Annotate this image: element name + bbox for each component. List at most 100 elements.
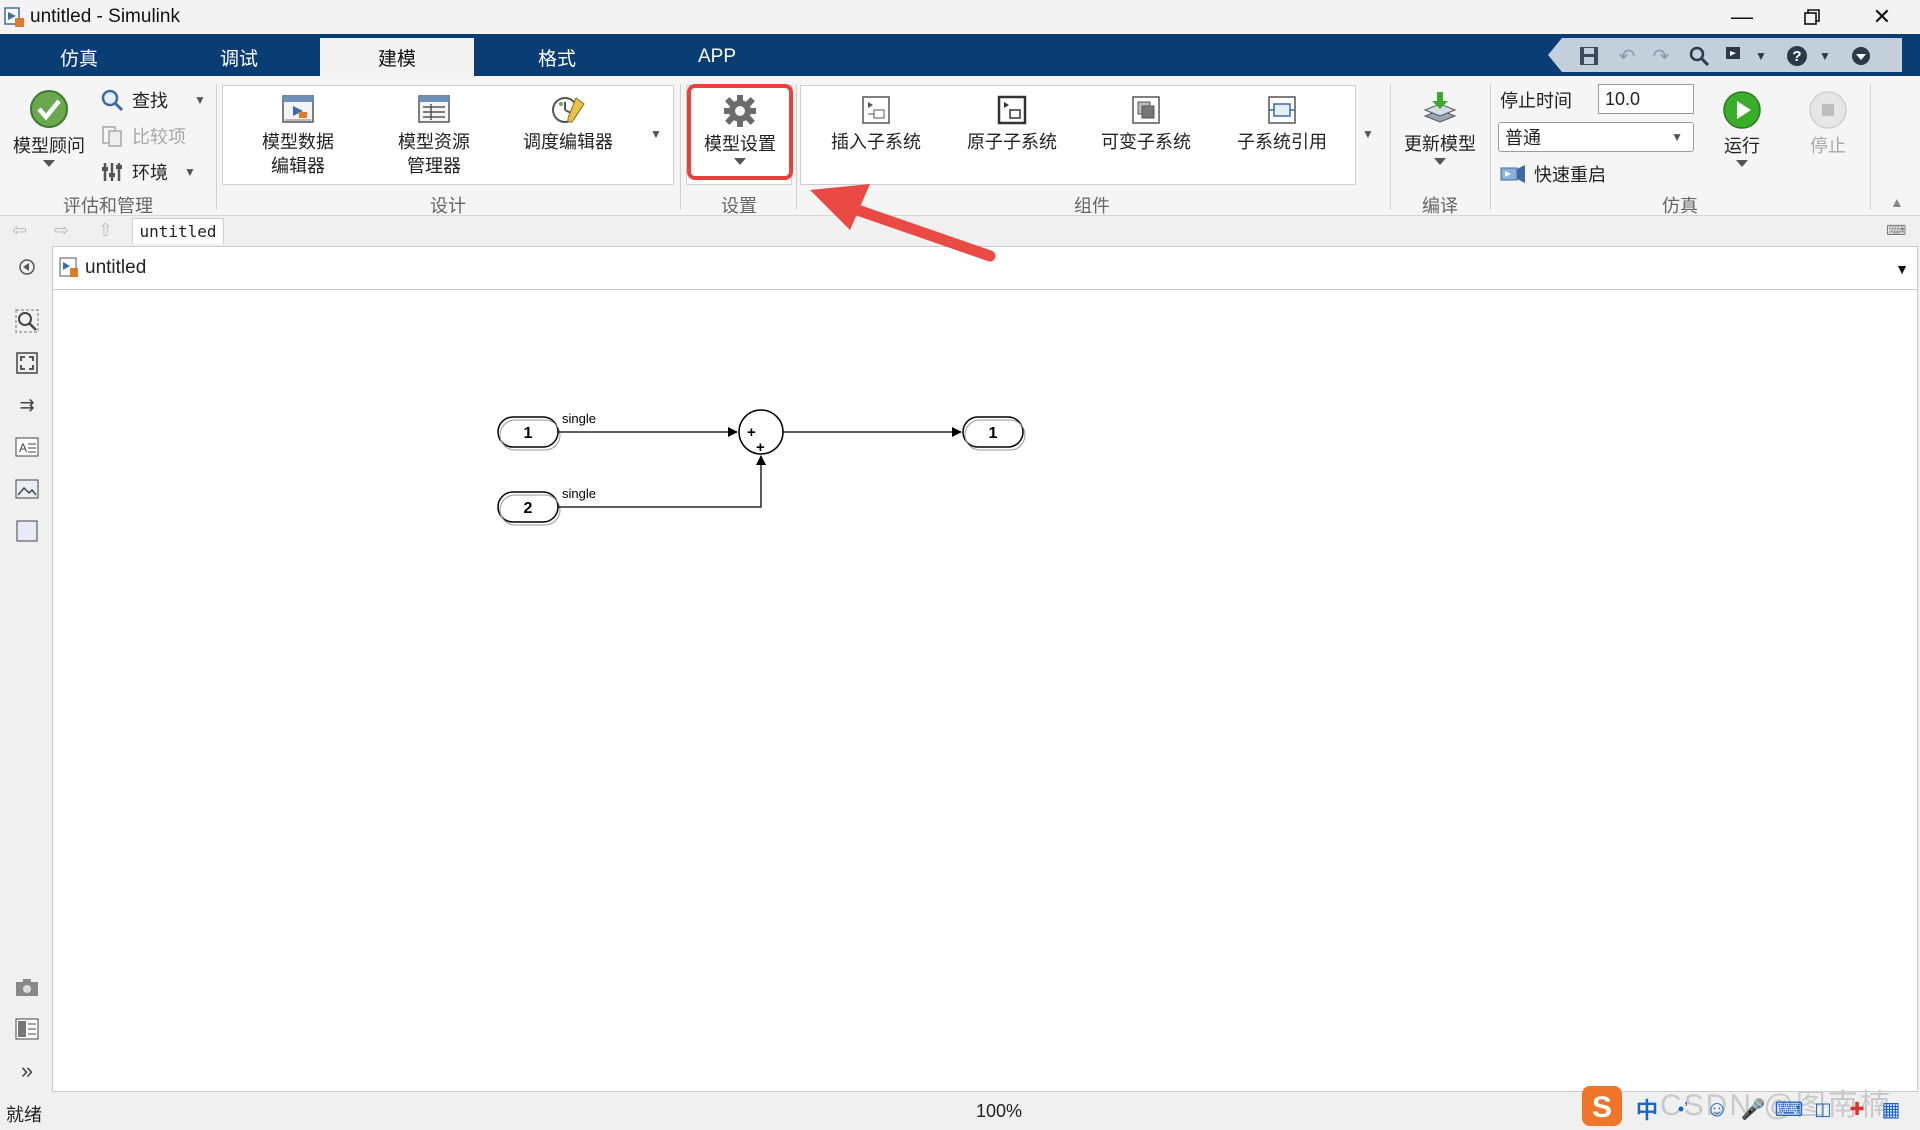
ime-menu-icon[interactable]: ▦ bbox=[1876, 1094, 1906, 1124]
run-icon bbox=[1723, 91, 1761, 129]
separator bbox=[216, 84, 217, 210]
separator bbox=[680, 84, 681, 210]
chevron-down-icon: ▼ bbox=[1671, 130, 1683, 144]
restore-button[interactable] bbox=[1782, 0, 1842, 34]
tab-apps[interactable]: APP bbox=[640, 38, 794, 76]
hide-browser-icon[interactable] bbox=[14, 254, 40, 280]
chevron-down-icon[interactable]: ▼ bbox=[184, 165, 196, 179]
stop-time-input[interactable]: 10.0 bbox=[1598, 84, 1694, 114]
punctuation-icon[interactable]: •’ bbox=[1668, 1094, 1698, 1124]
chevron-down-icon[interactable] bbox=[43, 160, 55, 167]
sum-sign-2: + bbox=[756, 439, 765, 456]
zoom-level: 100% bbox=[976, 1101, 1023, 1121]
help-dropdown-icon[interactable]: ▼ bbox=[1812, 43, 1838, 69]
close-button[interactable]: ✕ bbox=[1852, 0, 1912, 34]
separator bbox=[1870, 84, 1871, 210]
image-icon[interactable] bbox=[14, 476, 40, 502]
chevron-down-icon[interactable]: ▼ bbox=[194, 93, 206, 107]
simulation-mode-select[interactable]: 普通 ▼ bbox=[1498, 122, 1694, 152]
separator bbox=[796, 84, 797, 210]
schedule-editor-button[interactable]: 调度编辑器 bbox=[516, 94, 620, 154]
tab-format[interactable]: 格式 bbox=[480, 38, 634, 76]
design-gallery-expand-icon[interactable]: ▼ bbox=[650, 120, 662, 148]
variant-subsystem-icon bbox=[1132, 96, 1160, 124]
skin-icon[interactable]: ◫ bbox=[1808, 1094, 1838, 1124]
redo-icon[interactable]: ↷ bbox=[1648, 43, 1674, 69]
model-canvas[interactable]: 1 2 + + 1 single single bbox=[52, 290, 1918, 1092]
voice-input-icon[interactable]: 🎤 bbox=[1738, 1094, 1768, 1124]
model-path-label[interactable]: untitled bbox=[85, 257, 146, 279]
signal-lines-icon[interactable]: ⇉ bbox=[14, 392, 40, 418]
inport-block-2[interactable]: 2 bbox=[497, 491, 561, 526]
signal-2-datatype: single bbox=[562, 486, 596, 501]
stop-time-label: 停止时间 bbox=[1500, 91, 1572, 111]
back-arrow-icon[interactable]: ⇦ bbox=[12, 216, 27, 244]
title-bar: untitled - Simulink — ✕ bbox=[0, 0, 1920, 34]
atomic-subsystem-button[interactable]: 原子子系统 bbox=[956, 94, 1068, 154]
community-dropdown-icon[interactable]: ▼ bbox=[1748, 43, 1774, 69]
model-advisor-icon bbox=[30, 90, 68, 128]
find-button[interactable]: 查找 ▼ bbox=[100, 86, 206, 114]
ribbon-tab-bar: 仿真 调试 建模 格式 APP ↶ ↷ ▼ ? ▼ bbox=[0, 34, 1920, 76]
run-button[interactable]: 运行 bbox=[1712, 90, 1772, 167]
status-text: 就绪 bbox=[6, 1105, 42, 1125]
save-icon[interactable] bbox=[1576, 43, 1602, 69]
inport-2-label: 2 bbox=[524, 500, 533, 517]
atomic-subsystem-icon bbox=[997, 95, 1027, 125]
model-icon bbox=[59, 257, 78, 277]
fast-restart-toggle[interactable]: 快速重启 bbox=[1500, 160, 1606, 188]
area-icon[interactable] bbox=[14, 518, 40, 544]
undo-icon[interactable]: ↶ bbox=[1614, 43, 1640, 69]
window-title: untitled - Simulink bbox=[30, 6, 180, 27]
collapse-menu-icon[interactable] bbox=[1848, 43, 1874, 69]
subsystem-reference-button[interactable]: 子系统引用 bbox=[1224, 94, 1340, 154]
screenshot-camera-icon[interactable] bbox=[14, 974, 40, 1000]
minimize-button[interactable]: — bbox=[1712, 0, 1772, 34]
model-data-editor-button[interactable]: 模型数据 编辑器 bbox=[250, 94, 346, 178]
annotation-icon[interactable]: A bbox=[14, 434, 40, 460]
outport-block-1[interactable]: 1 bbox=[962, 416, 1026, 451]
block-diagram: 1 2 + + 1 single single bbox=[497, 409, 1026, 526]
up-arrow-icon[interactable]: ⇧ bbox=[98, 216, 113, 244]
svg-text:?: ? bbox=[1792, 48, 1801, 65]
variant-subsystem-button[interactable]: 可变子系统 bbox=[1090, 94, 1202, 154]
keyboard-ime-icon[interactable]: ⌨ bbox=[1774, 1094, 1804, 1124]
compare-button[interactable]: 比较项 bbox=[100, 122, 186, 150]
model-explorer-button[interactable]: 模型资源 管理器 bbox=[386, 94, 482, 178]
expand-palette-icon[interactable]: » bbox=[14, 1058, 40, 1084]
quick-access-toolbar: ↶ ↷ ▼ ? ▼ bbox=[1548, 38, 1902, 72]
component-gallery-expand-icon[interactable]: ▼ bbox=[1362, 120, 1374, 148]
explorer-bar-dropdown-icon[interactable]: ▼ bbox=[1895, 261, 1909, 277]
toolbox-icon[interactable]: ✚ bbox=[1842, 1094, 1872, 1124]
model-advisor-button[interactable]: 模型顾问 bbox=[6, 88, 92, 167]
svg-text:A: A bbox=[19, 441, 27, 455]
section-evaluate-manage: 评估和管理 bbox=[63, 196, 153, 216]
tab-simulation[interactable]: 仿真 bbox=[2, 38, 156, 76]
zoom-icon[interactable] bbox=[14, 308, 40, 334]
community-icon[interactable] bbox=[1722, 43, 1748, 69]
inport-block-1[interactable]: 1 bbox=[497, 416, 561, 451]
simulink-window: untitled - Simulink — ✕ 仿真 调试 建模 格式 APP … bbox=[0, 0, 1920, 1130]
emoji-icon[interactable]: ☺ bbox=[1702, 1094, 1732, 1124]
collapse-toolstrip-icon[interactable]: ▲ bbox=[1890, 188, 1904, 216]
model-data-editor-icon bbox=[282, 95, 314, 123]
stop-button[interactable]: 停止 bbox=[1798, 90, 1858, 158]
insert-subsystem-button[interactable]: 插入子系统 bbox=[820, 94, 932, 154]
chevron-down-icon[interactable] bbox=[1434, 158, 1446, 165]
help-icon[interactable]: ? bbox=[1784, 43, 1810, 69]
forward-arrow-icon[interactable]: ⇨ bbox=[54, 216, 69, 244]
environment-button[interactable]: 环境 ▼ bbox=[100, 158, 196, 186]
model-advisor-label: 模型顾问 bbox=[13, 136, 85, 156]
sogou-ime-icon[interactable]: S bbox=[1580, 1084, 1624, 1128]
search-icon[interactable] bbox=[1686, 43, 1712, 69]
sum-block[interactable]: + + bbox=[738, 409, 784, 456]
keyboard-icon[interactable]: ⌨ bbox=[1886, 216, 1906, 244]
fit-to-view-icon[interactable] bbox=[14, 350, 40, 376]
property-inspector-icon[interactable] bbox=[14, 1016, 40, 1042]
update-model-button[interactable]: 更新模型 bbox=[1396, 90, 1484, 165]
tab-modeling[interactable]: 建模 bbox=[320, 38, 474, 76]
tab-debug[interactable]: 调试 bbox=[162, 38, 316, 76]
chevron-down-icon[interactable] bbox=[1736, 160, 1748, 167]
model-browser-tab[interactable]: untitled bbox=[132, 218, 224, 244]
ime-mode-indicator[interactable]: 中 bbox=[1632, 1094, 1662, 1124]
